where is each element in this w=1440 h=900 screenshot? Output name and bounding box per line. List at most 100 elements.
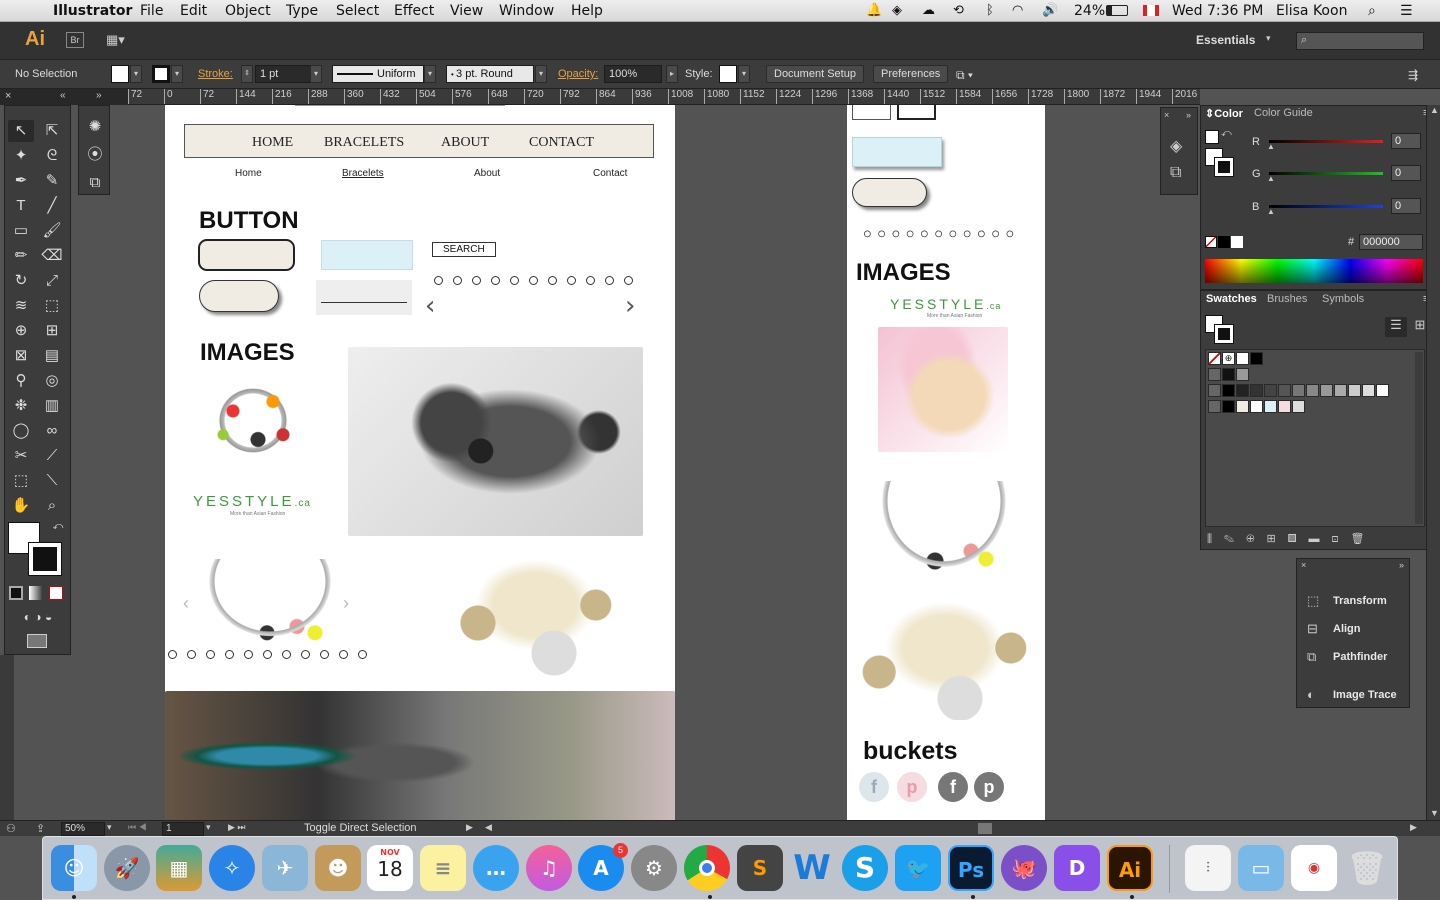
workspace-chevron-icon[interactable]: ▾ [1266, 33, 1271, 44]
export-icon[interactable]: ⇪ [36, 822, 45, 835]
notification-bell-icon[interactable]: 🔔 [866, 3, 882, 18]
pen-tool-icon[interactable]: ✒ [8, 170, 34, 192]
blend-tool-icon[interactable]: ◎ [39, 370, 65, 392]
line-tool-icon[interactable]: ╱ [39, 195, 65, 217]
menu-help[interactable]: Help [571, 3, 603, 19]
g-value[interactable]: 0 [1391, 165, 1421, 181]
gpu-preview-icon[interactable]: ⚇ [6, 822, 16, 835]
slide-next-icon[interactable]: › [343, 593, 349, 614]
calendar-icon[interactable]: NOV 18 [367, 845, 413, 891]
trash-icon[interactable]: 🗑 [1344, 845, 1390, 891]
swatches-footer-icons[interactable]: ⫼✎⊕⊞▤▬⊡🗑 [1207, 532, 1377, 546]
artboard-tool-icon[interactable]: ⬚ [8, 470, 34, 492]
g-slider[interactable] [1269, 172, 1383, 175]
app-menu[interactable]: Illustrator [53, 3, 132, 19]
first-artboard-icon[interactable]: ⏮ ◀ [128, 822, 147, 833]
brush-select[interactable]: • 3 pt. Round [446, 65, 534, 83]
symbol-sprayer-tool-icon[interactable]: ❉ [8, 395, 34, 417]
close-toolbox-icon[interactable]: × [5, 90, 11, 102]
swatch-gs-11[interactable] [1362, 384, 1375, 397]
ellipse-tool-icon[interactable]: ◯ [8, 420, 34, 442]
vertical-scrollbar[interactable]: ▲ ▼ [1426, 105, 1440, 820]
carousel-prev-icon[interactable]: ‹ [425, 291, 435, 321]
layers-icon[interactable]: ◈ [1170, 136, 1182, 156]
silver-chain-bracelet-image[interactable] [348, 347, 643, 536]
itunes-icon[interactable]: ♫ [526, 845, 572, 891]
gradient-tool-icon[interactable]: ▤ [39, 345, 65, 367]
status-menu-icon[interactable]: ▶ [466, 822, 473, 833]
zoom-tool-icon[interactable]: ⌕ [39, 495, 65, 517]
blob-brush-icon[interactable]: ✺ [82, 116, 108, 138]
tab-color-guide[interactable]: Color Guide [1254, 107, 1313, 119]
scroll-up-icon[interactable]: ▲ [1430, 105, 1439, 115]
safari-icon[interactable]: ✧ [209, 845, 255, 891]
contacts-icon[interactable]: ☻ [315, 845, 361, 891]
menu-effect[interactable]: Effect [394, 3, 434, 19]
menu-edit[interactable]: Edit [180, 3, 207, 19]
swatch-folder-2[interactable] [1208, 384, 1221, 397]
eyedropper-tool-icon[interactable]: ⚲ [8, 370, 34, 392]
folder-icon[interactable]: ▭ [1238, 845, 1284, 891]
bridge-button[interactable]: Br [66, 32, 84, 48]
workspace-switcher[interactable]: Essentials [1196, 33, 1255, 47]
coin-bracelet-image-2[interactable] [851, 600, 1039, 720]
scroll-down-icon[interactable]: ▼ [1430, 808, 1439, 818]
sublink-about[interactable]: About [474, 168, 500, 179]
swatch-doc-4[interactable] [1264, 400, 1277, 413]
menu-type[interactable]: Type [286, 3, 318, 19]
magic-wand-tool-icon[interactable]: ✦ [8, 145, 34, 167]
element-mockup-b[interactable] [897, 105, 936, 120]
vertical-ruler[interactable] [0, 655, 14, 820]
horizontal-ruler[interactable]: 72 0 72 144 216 288 360 432 504 576 648 720 792 864 93… [128, 89, 1200, 105]
b-value[interactable]: 0 [1391, 198, 1421, 214]
nav-home[interactable]: HOME [252, 135, 293, 151]
eraser-tool-icon[interactable]: ⌫ [39, 245, 65, 267]
stroke-dropdown[interactable]: ▾ [171, 65, 183, 83]
search-button-mockup[interactable]: SEARCH [432, 242, 496, 257]
knife-tool-icon[interactable]: ⟍ [39, 470, 65, 492]
swatch-gs-2[interactable] [1236, 384, 1249, 397]
illustrator-icon[interactable]: Ai [1107, 845, 1153, 891]
black-color-chip[interactable] [1218, 236, 1230, 248]
direct-selection-tool-icon[interactable]: ⇱ [39, 120, 65, 142]
swatch-gs-4[interactable] [1264, 384, 1277, 397]
style-dropdown[interactable]: ▾ [738, 65, 750, 83]
screen-mode-icon[interactable] [27, 634, 47, 648]
b-slider[interactable] [1269, 205, 1383, 208]
swatch-gs-10[interactable] [1348, 384, 1361, 397]
stroke-swatch[interactable] [152, 65, 170, 83]
panel-menu-icon[interactable]: ⇶ [1408, 68, 1418, 82]
bluetooth-icon[interactable]: ᛒ [986, 3, 994, 18]
help-search-input[interactable]: ⌕ [1296, 32, 1424, 50]
document-setup-button[interactable]: Document Setup [766, 65, 864, 83]
pathfinder-panel-button[interactable]: ⧉ Pathfinder [1297, 643, 1409, 671]
color-mode-icon[interactable] [9, 586, 23, 600]
horizontal-scroll-thumb[interactable] [978, 823, 992, 834]
swatch-gs-7[interactable] [1306, 384, 1319, 397]
scroll-right-icon[interactable]: ▶ [1410, 822, 1417, 833]
swatch-gray-1[interactable] [1222, 368, 1235, 381]
skype-icon[interactable]: S [842, 845, 888, 891]
chrome-icon[interactable] [684, 845, 730, 891]
gradient-mode-icon[interactable] [29, 586, 43, 600]
r-slider[interactable] [1269, 140, 1383, 143]
close-dock-icon[interactable]: × [1164, 110, 1169, 120]
tab-brushes[interactable]: Brushes [1267, 293, 1307, 305]
time-machine-icon[interactable]: ⟲ [953, 3, 964, 18]
search-box-mockup-2[interactable] [852, 137, 942, 167]
battery-icon[interactable] [1106, 5, 1128, 16]
close-quick-panels-icon[interactable]: × [1301, 560, 1306, 570]
slice-tool-icon[interactable]: ⟋ [39, 445, 65, 467]
nav-contact[interactable]: CONTACT [529, 135, 594, 151]
launchpad-icon[interactable]: 🚀 [104, 845, 150, 891]
expand-dock-icon[interactable]: » [1186, 110, 1191, 120]
opacity-field[interactable]: 100% [604, 65, 662, 83]
github-icon[interactable]: 🐙 [1001, 845, 1047, 891]
charm-bracelet-image[interactable] [203, 373, 303, 468]
messages-icon[interactable]: … [473, 845, 519, 891]
swatch-none[interactable] [1208, 352, 1221, 365]
swatch-doc-1[interactable] [1222, 400, 1235, 413]
search-box-mockup[interactable] [321, 240, 413, 270]
carousel-next-icon[interactable]: › [625, 291, 635, 321]
notification-center-icon[interactable]: ☰ [1400, 3, 1413, 19]
